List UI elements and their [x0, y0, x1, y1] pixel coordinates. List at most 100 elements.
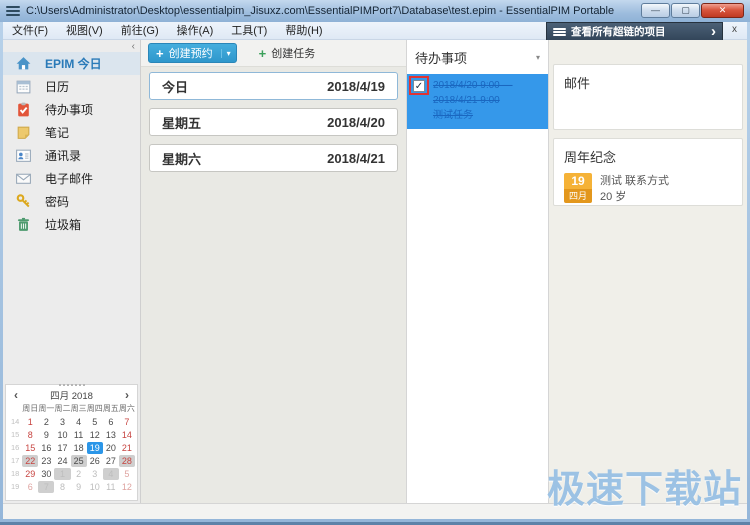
key-icon — [15, 193, 32, 210]
calendar-day[interactable]: 9 — [71, 481, 87, 493]
calendar-weekday: 周三 — [70, 404, 87, 413]
calendar-day[interactable]: 3 — [87, 468, 103, 480]
calendar-day[interactable]: 10 — [87, 481, 103, 493]
todo-header[interactable]: 待办事项 ▾ — [407, 40, 548, 71]
menu-item[interactable]: 工具(T) — [222, 22, 276, 40]
calendar-day[interactable]: 26 — [87, 455, 103, 467]
calendar-day[interactable]: 10 — [54, 429, 70, 441]
todo-checkbox[interactable]: ✓ — [413, 80, 425, 92]
calendar-day[interactable]: 14 — [119, 429, 135, 441]
calendar-day[interactable]: 7 — [38, 480, 55, 493]
menu-item[interactable]: 帮助(H) — [276, 22, 331, 40]
window-title: C:\Users\Administrator\Desktop\essential… — [26, 5, 615, 17]
new-appointment-main[interactable]: + 创建预约 — [149, 45, 221, 61]
hyperlink-banner[interactable]: 查看所有超链的项目 › — [546, 22, 723, 41]
calendar-day[interactable]: 25 — [70, 454, 87, 467]
calendar-day[interactable]: 5 — [87, 416, 103, 428]
todo-item[interactable]: ✓ 2018/4/20 9:00 — 2018/4/21 9:00 测试任务 — [407, 74, 548, 129]
sidebar-item-trash[interactable]: 垃圾箱 — [3, 213, 140, 236]
calendar-day[interactable]: 1 — [54, 467, 71, 480]
sidebar-item-key[interactable]: 密码 — [3, 190, 140, 213]
calendar-day[interactable]: 12 — [87, 429, 103, 441]
calendar-next-button[interactable]: › — [125, 388, 129, 402]
anniversary-card[interactable]: 周年纪念 19 四月 测试 联系方式 20 岁 — [553, 138, 743, 206]
calendar-day[interactable]: 19 — [86, 441, 103, 454]
toolbar: + 创建预约 ▾ + 创建任务 — [141, 40, 406, 67]
badge-month: 四月 — [564, 189, 592, 203]
calendar-day[interactable]: 18 — [71, 442, 87, 454]
calendar-day[interactable]: 20 — [103, 442, 119, 454]
splitter-handle[interactable] — [58, 384, 85, 386]
calendar-day[interactable]: 6 — [22, 481, 38, 493]
calendar-day[interactable]: 9 — [38, 429, 54, 441]
calendar-day[interactable]: 13 — [103, 429, 119, 441]
calendar-day[interactable]: 11 — [71, 429, 87, 441]
calendar-week-row: 19 6 7 8 9 10 11 12 — [8, 480, 135, 493]
app-logo-icon — [6, 5, 20, 17]
sidebar-item-label: 密码 — [45, 195, 70, 209]
todo-item-text: 2018/4/20 9:00 — — [433, 80, 513, 91]
sidebar-item-mail[interactable]: 电子邮件 — [3, 167, 140, 190]
close-button[interactable]: ✕ — [701, 3, 744, 18]
sidebar-item-notes[interactable]: 笔记 — [3, 121, 140, 144]
calendar-day[interactable]: 21 — [119, 442, 135, 454]
chevron-right-icon[interactable]: › — [709, 23, 718, 40]
calendar-day[interactable]: 3 — [54, 416, 70, 428]
calendar-day[interactable]: 17 — [54, 442, 70, 454]
sidebar-item-label: 通讯录 — [45, 149, 82, 163]
calendar-day[interactable]: 27 — [103, 455, 119, 467]
calendar-day[interactable]: 23 — [38, 455, 54, 467]
today-view-panel: + 创建预约 ▾ + 创建任务 今日 2018/4/19 星期五 2018/4/20 星… — [141, 40, 406, 503]
banner-close-button[interactable]: x — [728, 24, 741, 37]
sidebar-item-contacts[interactable]: 通讯录 — [3, 144, 140, 167]
calendar-day[interactable]: 4 — [71, 416, 87, 428]
calendar-day[interactable]: 8 — [54, 481, 70, 493]
calendar-day[interactable]: 11 — [103, 481, 119, 493]
calendar-day[interactable]: 24 — [54, 455, 70, 467]
calendar-day[interactable]: 8 — [22, 429, 38, 441]
status-bar — [3, 503, 747, 519]
calendar-day[interactable]: 6 — [103, 416, 119, 428]
calendar-day[interactable]: 5 — [119, 468, 135, 480]
calendar-year: 2018 — [71, 390, 93, 402]
calendar-day[interactable]: 22 — [22, 454, 39, 467]
menu-item[interactable]: 操作(A) — [168, 22, 223, 40]
maximize-button[interactable]: ▢ — [671, 3, 700, 18]
sidebar-item-home[interactable]: EPIM 今日 — [3, 52, 140, 75]
anniversary-card-title: 周年纪念 — [564, 150, 617, 165]
calendar-week-row: 14 1 2 3 4 5 6 7 — [8, 415, 135, 428]
anniversary-entry[interactable]: 19 四月 测试 联系方式 20 岁 — [564, 173, 732, 205]
calendar-day[interactable]: 30 — [38, 468, 54, 480]
calendar-day[interactable]: 12 — [119, 481, 135, 493]
calendar-day[interactable]: 2 — [38, 416, 54, 428]
calendar-weekday: 周二 — [54, 404, 71, 413]
calendar-day[interactable]: 2 — [71, 468, 87, 480]
mail-card-title: 邮件 — [564, 76, 591, 91]
day-card-date: 2018/4/20 — [327, 114, 385, 130]
day-card-label: 星期五 — [162, 115, 202, 131]
menu-item[interactable]: 视图(V) — [57, 22, 112, 40]
day-card[interactable]: 今日 2018/4/19 — [149, 72, 398, 100]
sidebar-item-todo[interactable]: 待办事项 — [3, 98, 140, 121]
calendar-day[interactable]: 1 — [22, 416, 38, 428]
calendar-week-row: 15 8 9 10 11 12 13 14 — [8, 428, 135, 441]
day-card[interactable]: 星期六 2018/4/21 — [149, 144, 398, 172]
day-card[interactable]: 星期五 2018/4/20 — [149, 108, 398, 136]
calendar-day[interactable]: 7 — [119, 416, 135, 428]
sidebar-item-calendar[interactable]: 日历 — [3, 75, 140, 98]
calendar-day[interactable]: 4 — [102, 467, 119, 480]
chevron-down-icon[interactable]: ▾ — [536, 53, 540, 62]
new-task-button[interactable]: + 创建任务 — [251, 43, 324, 63]
calendar-day[interactable]: 28 — [118, 454, 135, 467]
calendar-day[interactable]: 16 — [38, 442, 54, 454]
menu-item[interactable]: 前往(G) — [112, 22, 168, 40]
calendar-day[interactable]: 29 — [22, 468, 38, 480]
sidebar-collapse-button[interactable]: ‹ — [132, 41, 135, 52]
calendar-week-row: 18 29 30 1 2 3 4 5 — [8, 467, 135, 480]
menu-item[interactable]: 文件(F) — [3, 22, 57, 40]
mail-card[interactable]: 邮件 — [553, 64, 743, 130]
new-appointment-dropdown[interactable]: ▾ — [220, 48, 236, 58]
calendar-day[interactable]: 15 — [22, 442, 38, 454]
minimize-button[interactable]: — — [641, 3, 670, 18]
new-appointment-button[interactable]: + 创建预约 ▾ — [148, 43, 237, 63]
